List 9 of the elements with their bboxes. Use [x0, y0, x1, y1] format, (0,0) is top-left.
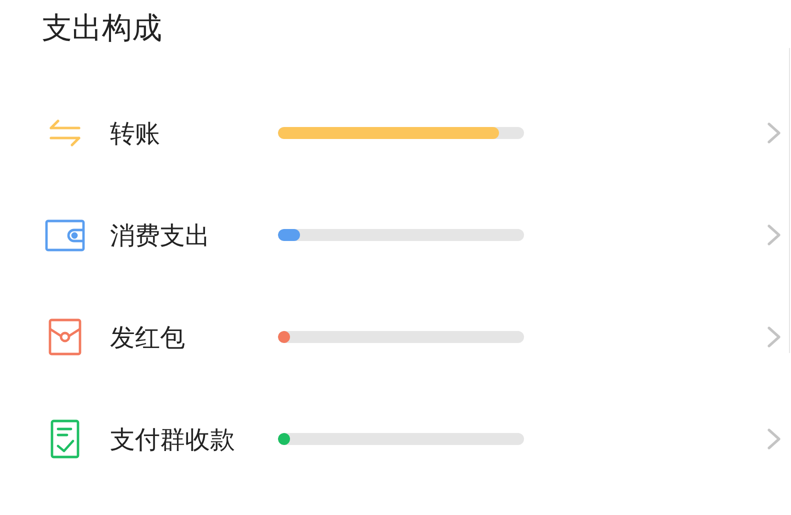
- category-label: 消费支出: [110, 220, 211, 252]
- category-label: 发红包: [110, 322, 186, 354]
- chevron-right-icon[interactable]: [767, 428, 781, 450]
- chevron-right-icon[interactable]: [767, 224, 781, 246]
- section-title: 支出构成: [41, 10, 163, 48]
- chevron-right-icon[interactable]: [767, 326, 781, 348]
- category-label: 转账: [110, 118, 161, 150]
- category-label: 支付群收款: [110, 424, 236, 456]
- chevron-right-icon[interactable]: [767, 122, 781, 144]
